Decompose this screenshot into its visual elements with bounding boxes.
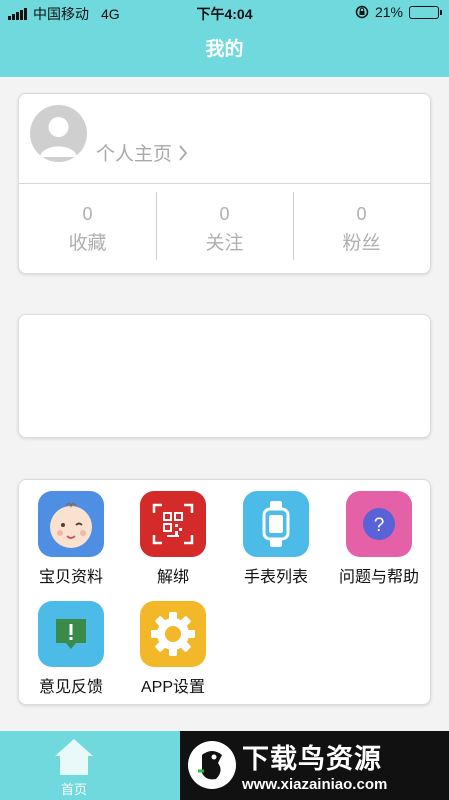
menu-item-help[interactable]: ? 问题与帮助 [327, 491, 431, 587]
feedback-icon [38, 601, 104, 667]
menu-label: 宝贝资料 [38, 569, 103, 586]
menu-item-app-settings[interactable]: APP设置 [121, 601, 225, 697]
profile-card: 个人主页 0 收藏 0 关注 0 粉丝 [18, 93, 431, 274]
user-silhouette-icon [40, 117, 77, 157]
menu-item-unbind[interactable]: 解绑 [121, 491, 225, 587]
stat-label: 粉丝 [342, 233, 381, 254]
menu-grid: 宝贝资料 解绑 手表列表 ? 问题与帮助 意见反馈 APP设置 [18, 479, 431, 705]
menu-label: 手表列表 [243, 569, 308, 586]
watermark-banner: 下载鸟资源 www.xiazainiao.com [180, 731, 449, 800]
stat-fans[interactable]: 0 粉丝 [293, 184, 430, 273]
stat-count: 0 [219, 204, 230, 224]
stats-row: 0 收藏 0 关注 0 粉丝 [19, 184, 430, 273]
avatar[interactable] [30, 105, 87, 162]
tab-home-label: 首页 [60, 782, 87, 797]
profile-row[interactable]: 个人主页 [19, 94, 430, 184]
menu-label: 问题与帮助 [338, 569, 419, 586]
battery-percent: 21% [374, 4, 403, 20]
menu-item-feedback[interactable]: 意见反馈 [19, 601, 123, 697]
watermark-title: 下载鸟资源 [242, 744, 382, 774]
gear-icon [140, 601, 206, 667]
home-icon [55, 739, 93, 775]
chevron-right-icon [179, 144, 188, 161]
profile-link[interactable]: 个人主页 [96, 139, 188, 166]
stat-following[interactable]: 0 关注 [156, 184, 293, 273]
menu-label: APP设置 [140, 679, 206, 696]
rotation-lock-icon [355, 5, 369, 19]
stat-label: 收藏 [68, 233, 107, 254]
watch-icon [243, 491, 309, 557]
empty-card [18, 314, 431, 438]
menu-item-watch-list[interactable]: 手表列表 [224, 491, 328, 587]
stat-count: 0 [356, 204, 367, 224]
help-icon: ? [346, 491, 412, 557]
page-title: 我的 [0, 24, 449, 77]
battery-icon [409, 5, 442, 19]
bird-logo-icon [188, 741, 236, 789]
tab-home[interactable]: 首页 [44, 736, 104, 798]
qr-unbind-icon [140, 491, 206, 557]
watermark-url: www.xiazainiao.com [242, 776, 388, 793]
status-bar: 中国移动 4G 下午4:04 21% [0, 0, 449, 24]
menu-item-baby-info[interactable]: 宝贝资料 [19, 491, 123, 587]
menu-label: 意见反馈 [38, 679, 103, 696]
stat-favorites[interactable]: 0 收藏 [19, 184, 156, 273]
baby-face-icon [38, 491, 104, 557]
stat-count: 0 [82, 204, 93, 224]
status-right: 21% [355, 4, 442, 20]
stat-label: 关注 [205, 233, 244, 254]
profile-link-label: 个人主页 [96, 144, 173, 165]
svg-text:?: ? [374, 515, 385, 536]
menu-label: 解绑 [156, 569, 189, 586]
